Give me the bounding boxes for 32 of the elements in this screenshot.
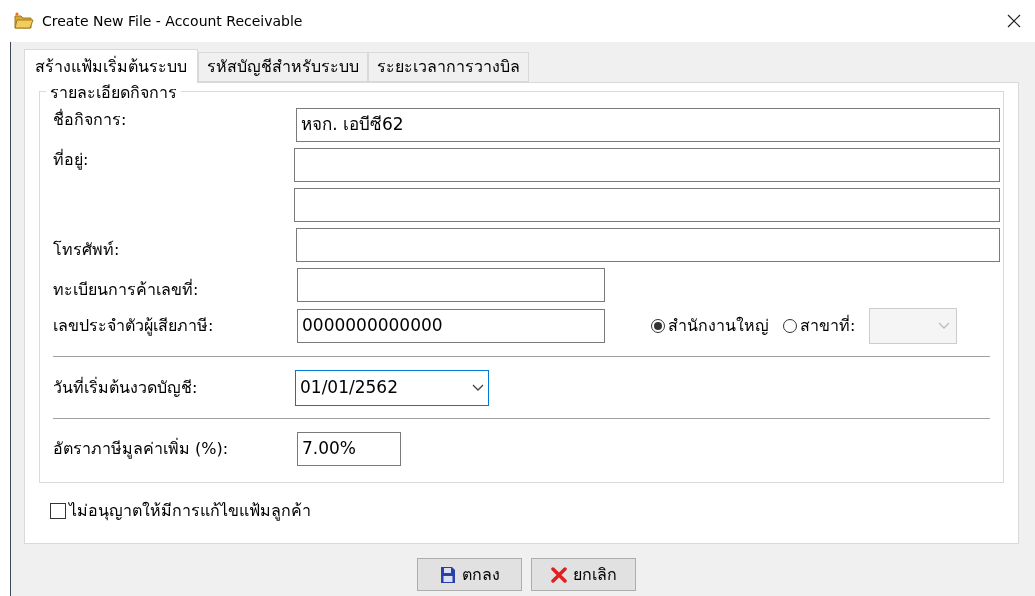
radio-button[interactable]: [651, 319, 665, 333]
tax-id-field[interactable]: 0000000000000: [297, 309, 605, 343]
field-label: เลขประจำตัวผู้เสียภาษี:: [53, 315, 215, 338]
field-label: โทรศัพท์:: [53, 239, 121, 261]
save-button[interactable]: ตกลง: [417, 558, 522, 591]
phone-field[interactable]: [296, 228, 1000, 262]
field-label: ทะเบียนการค้าเลขที่:: [53, 278, 200, 301]
radio-option[interactable]: สาขาที่:: [783, 314, 856, 338]
chevron-down-icon: [472, 384, 484, 392]
checkbox-option[interactable]: ไม่อนุญาตให้มีการแก้ไขแฟ้มลูกค้า: [50, 499, 1004, 523]
address-field[interactable]: [294, 188, 1000, 222]
cross-icon: [550, 566, 567, 583]
tab[interactable]: รหัสบัญชีสำหรับระบบ: [198, 52, 368, 82]
tab[interactable]: สร้างแฟ้มเริ่มต้นระบบ: [24, 49, 198, 83]
folder-icon: [14, 12, 34, 30]
close-icon[interactable]: [1007, 14, 1021, 28]
chevron-down-icon: [938, 322, 951, 330]
vat-rate-field[interactable]: 7.00%: [297, 432, 401, 466]
field-label: ที่อยู่:: [53, 148, 90, 172]
date-select[interactable]: 01/01/2562: [295, 370, 489, 406]
field-label: อัตราภาษีมูลค่าเพิ่ม (%):: [53, 437, 230, 461]
radio-button[interactable]: [783, 319, 797, 333]
field-label: ชื่อกิจการ:: [53, 108, 128, 131]
business-name-field[interactable]: หจก. เอบีซี62: [296, 108, 1000, 142]
registration-field[interactable]: [297, 268, 605, 302]
radio-option[interactable]: สำนักงานใหญ่: [651, 314, 769, 338]
cancel-button[interactable]: ยกเลิก: [531, 558, 636, 591]
tab[interactable]: ระยะเวลาการวางบิล: [368, 52, 529, 82]
field-label: วันที่เริ่มต้นงวดบัญชี:: [53, 376, 199, 399]
window-title: Create New File - Account Receivable: [42, 11, 303, 31]
address-field[interactable]: [294, 148, 1000, 182]
checkbox[interactable]: [50, 503, 66, 519]
